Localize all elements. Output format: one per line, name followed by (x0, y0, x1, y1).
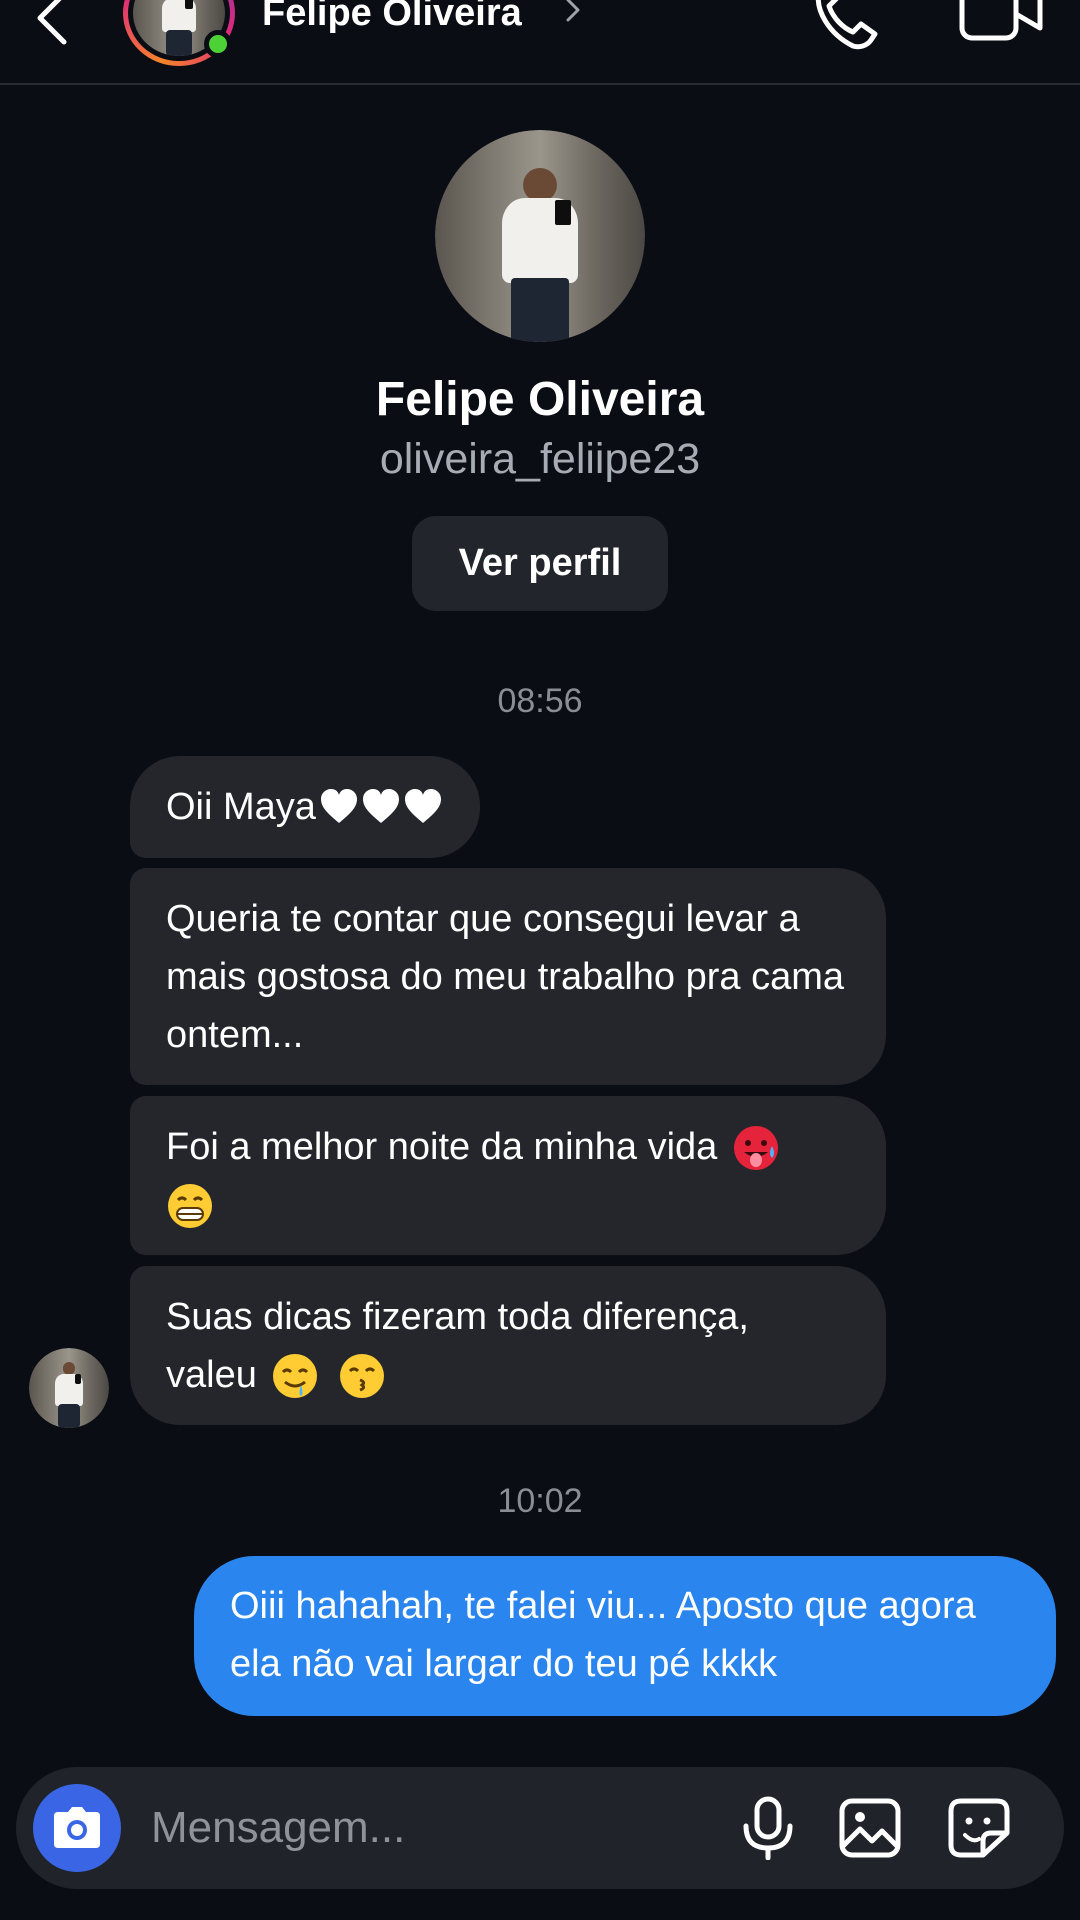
chevron-left-icon (37, 0, 67, 45)
camera-button[interactable] (33, 1784, 121, 1872)
chat-header: Felipe Oliveira (0, 0, 1080, 85)
sticker-icon (948, 1798, 1010, 1858)
avatar (435, 130, 645, 342)
profile-name: Felipe Oliveira (375, 373, 705, 426)
phone-icon (815, 0, 878, 50)
profile-photo[interactable] (435, 130, 645, 342)
incoming-message[interactable]: Suas dicas fizeram toda diferença, valeu (130, 1266, 886, 1425)
message-text: Suas dicas fizeram toda diferença, valeu (166, 1295, 749, 1396)
white-heart-icon (362, 789, 399, 823)
microphone-icon (743, 1796, 793, 1861)
kissing-face-icon (339, 1354, 384, 1399)
outgoing-message[interactable]: Oiii hahahah, te falei viu... Aposto que… (194, 1556, 1056, 1716)
back-button[interactable] (30, 0, 80, 46)
message-composer (16, 1767, 1064, 1889)
contact-name[interactable]: Felipe Oliveira (262, 0, 522, 35)
drooling-face-icon (273, 1354, 318, 1399)
camera-icon (54, 1807, 100, 1848)
grinning-face-icon (168, 1184, 212, 1229)
white-heart-icon (404, 789, 441, 823)
profile-username: oliveira_feliipe23 (379, 435, 701, 483)
gallery-button[interactable] (838, 1797, 902, 1859)
video-camera-icon (959, 0, 1043, 41)
incoming-message[interactable]: Oii Maya (130, 756, 480, 858)
view-profile-button[interactable]: Ver perfil (412, 516, 668, 611)
incoming-message[interactable]: Queria te contar que consegui levar a ma… (130, 868, 886, 1085)
message-text: Queria te contar que consegui levar a ma… (166, 897, 845, 1056)
sender-avatar[interactable] (29, 1348, 109, 1428)
image-icon (839, 1798, 901, 1858)
message-timestamp: 08:56 (497, 682, 583, 720)
chat-screen: Felipe Oliveira Felipe Oliveira oliveira… (0, 0, 1080, 1920)
microphone-button[interactable] (738, 1796, 798, 1861)
message-input[interactable] (151, 1797, 711, 1859)
hot-face-icon (733, 1126, 778, 1171)
message-text: Oiii hahahah, te falei viu... Aposto que… (230, 1585, 976, 1685)
voice-call-button[interactable] (805, 0, 885, 50)
message-timestamp: 10:02 (497, 1482, 583, 1520)
avatar (29, 1348, 109, 1428)
incoming-message[interactable]: Foi a melhor noite da minha vida (130, 1096, 886, 1255)
online-status-dot (204, 30, 232, 58)
message-text: Oii Maya (166, 786, 316, 828)
message-text: Foi a melhor noite da minha vida (166, 1125, 718, 1168)
white-heart-icon (320, 789, 357, 823)
chevron-right-icon (566, 0, 580, 22)
video-call-button[interactable] (956, 0, 1046, 48)
sticker-button[interactable] (947, 1797, 1011, 1859)
